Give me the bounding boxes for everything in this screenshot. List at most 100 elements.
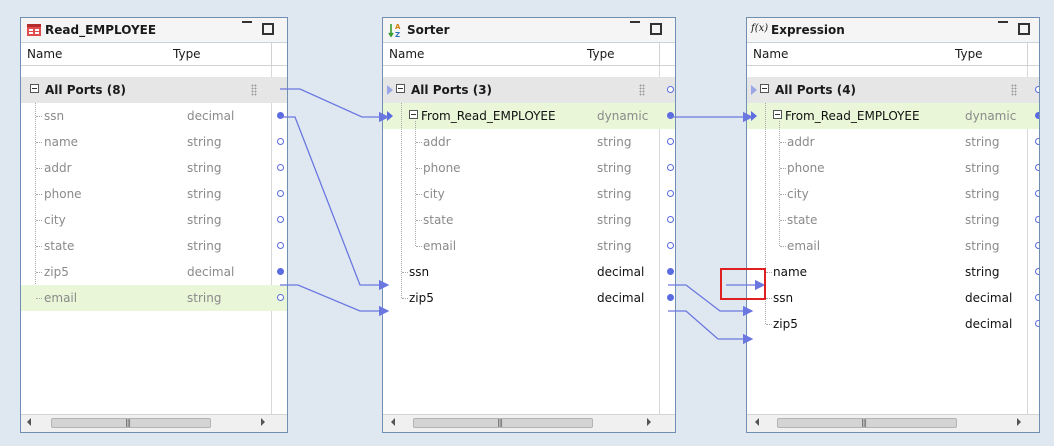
dynamic-port-row-email[interactable]: email string [383, 233, 675, 259]
dynamic-port-row-state[interactable]: state string [383, 207, 675, 233]
mapping-canvas[interactable]: Read_EMPLOYEE Name Type All Ports (8) ss… [0, 0, 1054, 446]
output-port[interactable] [667, 138, 674, 145]
output-port[interactable] [277, 216, 284, 223]
port-row-zip5[interactable]: zip5 decimal [747, 311, 1039, 337]
tree-branch [36, 298, 42, 299]
name-column-header[interactable]: Name [27, 47, 62, 61]
scroll-right-icon[interactable] [261, 418, 265, 426]
output-port[interactable] [667, 216, 674, 223]
output-port[interactable] [277, 138, 284, 145]
output-port[interactable] [1035, 138, 1039, 145]
maximize-icon[interactable] [262, 23, 274, 35]
minimize-icon[interactable] [998, 21, 1008, 27]
output-port[interactable] [1035, 190, 1039, 197]
dynamic-port-row-state[interactable]: state string [747, 207, 1039, 233]
group-label: All Ports (3) [411, 83, 493, 97]
output-port[interactable] [277, 190, 284, 197]
output-port[interactable] [1035, 268, 1039, 275]
link-zip5-to-sorter-zip5[interactable] [280, 284, 390, 317]
port-row-ssn[interactable]: ssn decimal [383, 259, 675, 285]
scroll-thumb[interactable] [777, 418, 957, 428]
scroll-thumb[interactable] [413, 418, 593, 428]
link-ssn-to-sorter-ssn[interactable] [280, 116, 390, 291]
collapse-icon[interactable] [409, 110, 418, 119]
type-column-header[interactable]: Type [955, 47, 983, 61]
link-sorter-zip5-to-expression-zip5[interactable] [668, 310, 754, 345]
horizontal-scrollbar[interactable]: ||| [21, 414, 287, 432]
output-port[interactable] [277, 164, 284, 171]
dynamic-port-row-phone[interactable]: phone string [383, 155, 675, 181]
horizontal-scrollbar[interactable]: ||| [383, 414, 675, 432]
scroll-left-icon[interactable] [755, 418, 759, 426]
type-column-header[interactable]: Type [173, 47, 201, 61]
type-column-header[interactable]: Type [587, 47, 615, 61]
dynamic-port-group[interactable]: From_Read_EMPLOYEE dynamic [383, 103, 675, 129]
collapse-icon[interactable] [396, 84, 405, 93]
port-row-name[interactable]: name string [21, 129, 287, 155]
output-port[interactable] [1035, 242, 1039, 249]
port-row-zip5[interactable]: zip5 decimal [383, 285, 675, 311]
scroll-left-icon[interactable] [391, 418, 395, 426]
maximize-icon[interactable] [650, 23, 662, 35]
dynamic-port-row-phone[interactable]: phone string [747, 155, 1039, 181]
output-port[interactable] [277, 242, 284, 249]
all-ports-group[interactable]: All Ports (8) [21, 77, 287, 103]
all-ports-group[interactable]: All Ports (4) [747, 77, 1039, 103]
drag-grip-icon[interactable] [251, 84, 257, 96]
collapse-icon[interactable] [773, 110, 782, 119]
collapse-icon[interactable] [760, 84, 769, 93]
collapse-icon[interactable] [30, 84, 39, 93]
output-port[interactable] [277, 112, 284, 119]
expression-panel[interactable]: f(x) Expression Name Type All Ports (4) … [746, 17, 1040, 433]
scroll-left-icon[interactable] [27, 418, 31, 426]
output-port[interactable] [1035, 112, 1039, 119]
read-employee-panel[interactable]: Read_EMPLOYEE Name Type All Ports (8) ss… [20, 17, 288, 433]
dynamic-port-row-addr[interactable]: addr string [383, 129, 675, 155]
output-port[interactable] [667, 268, 674, 275]
horizontal-scrollbar[interactable]: ||| [747, 414, 1039, 432]
port-row-ssn[interactable]: ssn decimal [747, 285, 1039, 311]
drag-grip-icon[interactable] [639, 84, 645, 96]
port-row-zip5[interactable]: zip5 decimal [21, 259, 287, 285]
output-port[interactable] [667, 242, 674, 249]
output-port[interactable] [667, 294, 674, 301]
scroll-right-icon[interactable] [1017, 418, 1021, 426]
port-row-state[interactable]: state string [21, 233, 287, 259]
scroll-thumb[interactable] [51, 418, 211, 428]
output-port[interactable] [1035, 86, 1039, 93]
dynamic-port-row-city[interactable]: city string [747, 181, 1039, 207]
expression-titlebar[interactable]: f(x) Expression [747, 18, 1039, 43]
port-row-email[interactable]: email string [21, 285, 287, 311]
dynamic-port-group[interactable]: From_Read_EMPLOYEE dynamic [747, 103, 1039, 129]
output-port[interactable] [667, 190, 674, 197]
output-port[interactable] [277, 294, 284, 301]
name-column-header[interactable]: Name [389, 47, 424, 61]
scroll-right-icon[interactable] [647, 418, 651, 426]
output-port[interactable] [667, 86, 674, 93]
port-row-ssn[interactable]: ssn decimal [21, 103, 287, 129]
dynamic-port-row-email[interactable]: email string [747, 233, 1039, 259]
port-row-addr[interactable]: addr string [21, 155, 287, 181]
output-port[interactable] [1035, 216, 1039, 223]
minimize-icon[interactable] [242, 21, 252, 27]
output-port[interactable] [667, 164, 674, 171]
sorter-titlebar[interactable]: A Z Sorter [383, 18, 675, 43]
output-port[interactable] [1035, 320, 1039, 327]
sorter-panel[interactable]: A Z Sorter Name Type All Ports (3) From_… [382, 17, 676, 433]
port-row-name[interactable]: name string [747, 259, 1039, 285]
all-ports-group[interactable]: All Ports (3) [383, 77, 675, 103]
name-column-header[interactable]: Name [753, 47, 788, 61]
drag-grip-icon[interactable] [1011, 84, 1017, 96]
maximize-icon[interactable] [1018, 23, 1030, 35]
port-row-phone[interactable]: phone string [21, 181, 287, 207]
output-port[interactable] [1035, 294, 1039, 301]
port-row-city[interactable]: city string [21, 207, 287, 233]
link-allports-to-sorter-dynamic[interactable] [280, 88, 390, 123]
read-employee-titlebar[interactable]: Read_EMPLOYEE [21, 18, 287, 43]
output-port[interactable] [667, 112, 674, 119]
output-port[interactable] [277, 268, 284, 275]
minimize-icon[interactable] [630, 21, 640, 27]
dynamic-port-row-city[interactable]: city string [383, 181, 675, 207]
output-port[interactable] [1035, 164, 1039, 171]
dynamic-port-row-addr[interactable]: addr string [747, 129, 1039, 155]
